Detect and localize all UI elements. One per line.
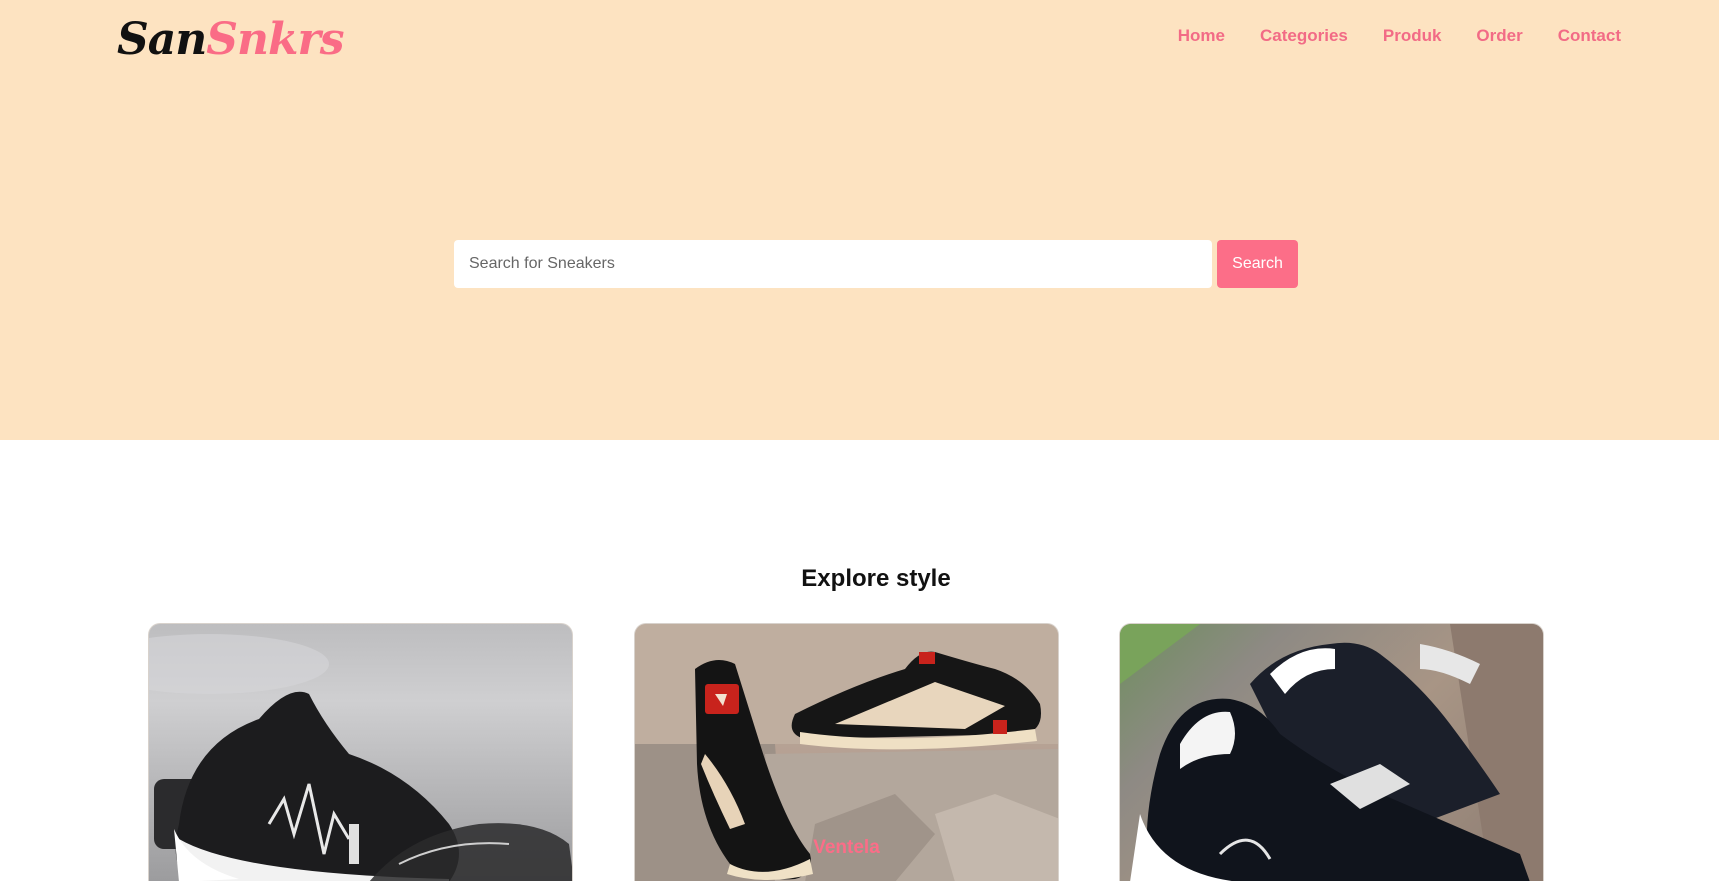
nav-item-contact[interactable]: Contact: [1558, 26, 1621, 46]
nav-item-produk[interactable]: Produk: [1383, 26, 1442, 46]
style-card[interactable]: Ventela: [634, 623, 1059, 881]
nav-item-categories[interactable]: Categories: [1260, 26, 1348, 46]
style-card-label: Ventela: [813, 837, 880, 858]
hero-section: SanSnkrs Home Categories Produk Order Co…: [0, 0, 1719, 440]
black-white-sneaker-photo-icon: [149, 634, 572, 881]
nav-item-order[interactable]: Order: [1476, 26, 1522, 46]
style-card[interactable]: [1119, 623, 1544, 881]
nav-item-home[interactable]: Home: [1178, 26, 1225, 46]
navy-white-sneakers-photo-icon: [1120, 624, 1543, 881]
search-bar: Search: [454, 240, 1298, 288]
brand-logo[interactable]: SanSnkrs: [117, 12, 345, 68]
main-nav: Home Categories Produk Order Contact: [1178, 26, 1621, 46]
search-button[interactable]: Search: [1217, 240, 1298, 288]
brand-logo-part2: Snkrs: [206, 14, 344, 65]
style-card[interactable]: [148, 623, 573, 881]
brand-logo-part1: San: [117, 14, 207, 65]
explore-title: Explore style: [801, 565, 951, 592]
search-input[interactable]: [454, 240, 1212, 288]
